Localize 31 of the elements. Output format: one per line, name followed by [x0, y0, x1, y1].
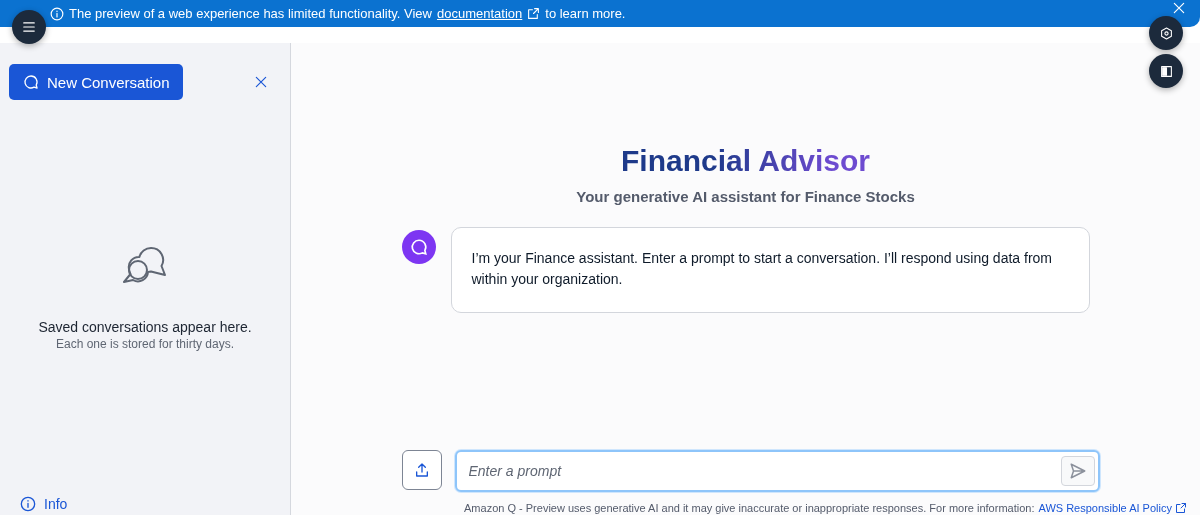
info-link[interactable]: Info [20, 496, 68, 512]
upload-button[interactable] [401, 450, 442, 490]
send-button[interactable] [1060, 456, 1095, 486]
assistant-avatar [401, 230, 436, 264]
close-icon [1172, 0, 1186, 15]
new-conversation-button[interactable]: New Conversation [9, 64, 183, 100]
menu-button[interactable] [12, 10, 46, 44]
disclaimer-text: Amazon Q - Preview uses generative AI and it may give inaccurate or inappropriate responses. For more information: [464, 502, 1035, 514]
message-bubble: I’m your Finance assistant. Enter a prompt to start a conversation. I’ll respond using data from within your organization. [450, 227, 1090, 313]
policy-link[interactable]: AWS Responsible AI Policy [1038, 502, 1187, 514]
app-subtitle: Your generative AI assistant for Finance Stocks [576, 188, 915, 205]
chat-bubble-icon [23, 74, 39, 90]
upload-icon [413, 462, 430, 478]
close-icon [254, 75, 268, 89]
menu-icon [22, 20, 36, 34]
close-sidebar-button[interactable] [254, 75, 268, 89]
panel-icon [1159, 64, 1173, 78]
prompt-input-field[interactable]: Enter a prompt [466, 462, 1061, 480]
send-icon [1068, 462, 1087, 480]
info-icon [50, 6, 64, 21]
external-link-icon [527, 7, 541, 20]
close-button[interactable] [1172, 0, 1186, 15]
banner-text: The preview of a web experience has limited functionality. View [69, 6, 432, 21]
external-link-icon [1174, 502, 1187, 514]
prompt-box[interactable]: Enter a prompt [454, 450, 1100, 492]
empty-state-subtitle: Each one is stored for thirty days. [55, 337, 235, 351]
banner-text: to learn more. [545, 6, 626, 21]
info-icon [20, 496, 36, 512]
empty-state-title: Saved conversations appear here. [38, 319, 252, 335]
documentation-link[interactable]: documentation [437, 6, 523, 21]
hexagon-icon [1159, 26, 1173, 40]
